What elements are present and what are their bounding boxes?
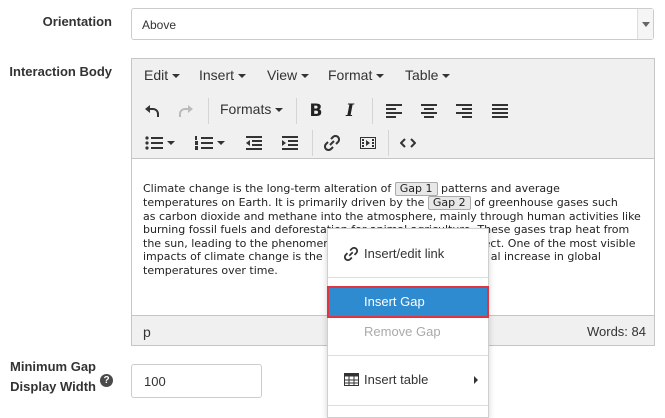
toolbar-separator: [388, 130, 389, 156]
element-path[interactable]: p: [143, 324, 151, 340]
caret-down-icon: [275, 108, 284, 113]
menu-format-label: Format: [328, 67, 373, 83]
toolbar-separator: [296, 98, 297, 124]
redo-icon[interactable]: [174, 99, 198, 123]
caret-down-icon: [376, 74, 385, 79]
menu-item-label: Insert/edit link: [364, 246, 445, 261]
caret-down-icon: [238, 74, 247, 79]
help-icon[interactable]: ?: [100, 374, 113, 387]
orientation-label: Orientation: [42, 14, 112, 29]
chevron-down-icon[interactable]: [637, 9, 653, 39]
content-text: Climate change is the long-term alterati…: [143, 182, 395, 195]
content-line: Climate change is the long-term alterati…: [143, 182, 649, 196]
orientation-value: Above: [142, 18, 177, 32]
min-gap-width-input[interactable]: [131, 364, 262, 398]
content-text: patterns and average: [437, 182, 560, 195]
menu-edit[interactable]: Edit: [144, 67, 181, 83]
caret-down-icon: [442, 74, 451, 79]
menu-insert-label: Insert: [199, 67, 235, 83]
content-text: temperatures on Earth. It is primarily d…: [143, 196, 428, 209]
gap-placeholder[interactable]: Gap 1: [394, 182, 438, 196]
orientation-select[interactable]: Above: [131, 8, 654, 40]
content-text: fect. One of the most visible: [479, 236, 636, 250]
menu-item-insert-edit-link[interactable]: Insert/edit link: [328, 239, 488, 267]
formats-label: Formats: [220, 101, 272, 117]
align-center-icon[interactable]: [417, 99, 441, 123]
content-text: of greenhouse gases such: [470, 196, 618, 209]
undo-icon[interactable]: [140, 99, 164, 123]
content-text: the sun, leading to the phenomer: [143, 236, 328, 250]
interaction-body-label: Interaction Body: [9, 64, 112, 79]
editor-menubar: Edit Insert View Format Table: [132, 59, 654, 91]
content-text: impacts of climate change is the: [143, 250, 323, 264]
menu-table-label: Table: [405, 67, 439, 83]
menu-table[interactable]: Table: [405, 67, 451, 83]
menu-item-insert-gap[interactable]: Insert Gap: [327, 286, 489, 318]
link-icon: [343, 246, 359, 264]
formats-dropdown[interactable]: Formats: [220, 101, 284, 117]
min-gap-width-label: Minimum Gap Display Width: [10, 359, 96, 394]
context-menu: Insert/edit link Insert Gap Remove Gap I…: [327, 228, 489, 418]
chevron-right-icon: [474, 376, 478, 384]
menu-item-label: Insert Gap: [364, 294, 425, 309]
menu-divider: [328, 405, 488, 406]
numbered-list-icon[interactable]: [192, 131, 216, 155]
table-icon: [344, 373, 359, 389]
gap-placeholder[interactable]: Gap 2: [427, 196, 471, 210]
align-right-icon[interactable]: [452, 99, 476, 123]
caret-down-icon: [172, 74, 181, 79]
align-justify-icon[interactable]: [488, 99, 512, 123]
menu-item-remove-gap[interactable]: Remove Gap: [328, 317, 488, 345]
code-icon[interactable]: [396, 131, 420, 155]
editor-toolbar: Formats B I: [132, 91, 654, 159]
indent-icon[interactable]: [278, 131, 302, 155]
link-icon[interactable]: [320, 131, 344, 155]
menu-edit-label: Edit: [144, 67, 169, 83]
word-count: Words: 84: [586, 324, 646, 339]
align-left-icon[interactable]: [382, 99, 406, 123]
media-icon[interactable]: [356, 131, 380, 155]
menu-item-label: Remove Gap: [364, 324, 441, 339]
menu-insert[interactable]: Insert: [199, 67, 247, 83]
menu-view-label: View: [267, 67, 298, 83]
caret-down-icon[interactable]: [214, 131, 228, 155]
menu-divider: [328, 355, 488, 356]
menu-item-label: Insert table: [364, 372, 429, 387]
menu-view[interactable]: View: [267, 67, 310, 83]
content-line: as carbon dioxide and methane into the a…: [143, 210, 641, 223]
bullet-list-icon[interactable]: [142, 131, 166, 155]
toolbar-separator: [372, 98, 373, 124]
toolbar-separator: [312, 130, 313, 156]
outdent-icon[interactable]: [242, 131, 266, 155]
content-line: temperatures on Earth. It is primarily d…: [143, 196, 649, 210]
italic-icon[interactable]: I: [338, 99, 362, 123]
menu-item-insert-table[interactable]: Insert table: [328, 365, 488, 393]
content-text: al increase in global: [490, 250, 601, 264]
menu-divider: [328, 277, 488, 278]
caret-down-icon: [301, 74, 310, 79]
toolbar-separator: [208, 98, 209, 124]
menu-format[interactable]: Format: [328, 67, 385, 83]
caret-down-icon[interactable]: [164, 131, 178, 155]
bold-icon[interactable]: B: [304, 99, 328, 123]
